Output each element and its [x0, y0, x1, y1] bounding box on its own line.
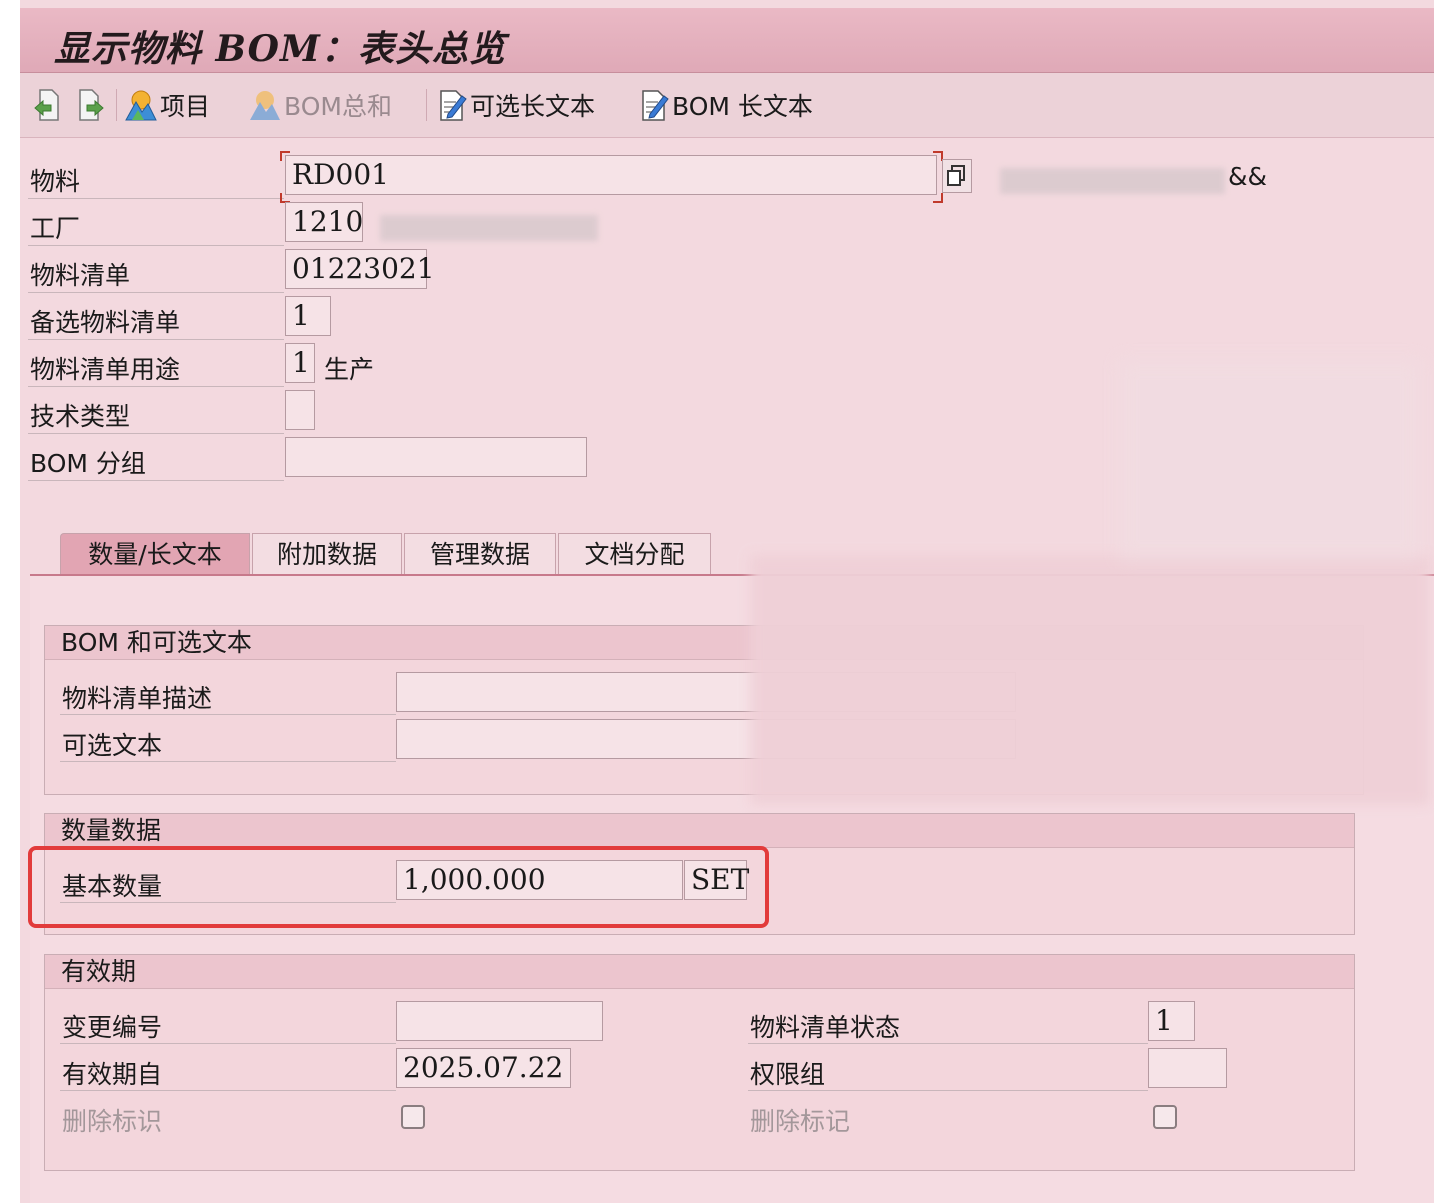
alt-bom-label: 备选物料清单: [30, 308, 181, 337]
edit-document-icon: [642, 90, 669, 121]
bom-usage-label: 物料清单用途: [30, 355, 181, 384]
bom-long-text-label: BOM 长文本: [672, 92, 813, 121]
material-description-suffix: &&: [1228, 162, 1267, 191]
deletion-flag-checkbox[interactable]: [401, 1105, 425, 1129]
bom-sum-icon: [250, 91, 280, 120]
bom-group-field[interactable]: [285, 437, 587, 477]
divider: [28, 433, 284, 434]
toolbar-separator: [116, 89, 117, 121]
focus-corner: [280, 151, 290, 161]
divider: [60, 1090, 396, 1091]
alt-long-text-label: 可选长文本: [470, 92, 596, 121]
redacted-material-description: [1000, 168, 1225, 194]
change-number-label: 变更编号: [62, 1013, 163, 1042]
bom-sum-label: BOM总和: [284, 92, 392, 121]
divider: [28, 292, 284, 293]
alt-long-text-button[interactable]: 可选长文本: [438, 85, 595, 125]
valid-from-field[interactable]: 2025.07.22: [396, 1048, 571, 1088]
bom-usage-field[interactable]: 1: [285, 343, 315, 383]
plant-field[interactable]: 1210: [285, 202, 363, 242]
redacted-area: [750, 555, 1430, 805]
divider: [60, 714, 396, 715]
bom-long-text-button[interactable]: BOM 长文本: [640, 85, 813, 125]
divider: [28, 480, 284, 481]
bom-sum-button[interactable]: BOM总和: [248, 85, 392, 125]
tab-admin-data[interactable]: 管理数据: [404, 533, 556, 574]
sap-screen: 显示物料 BOM：表头总览 项目 BOM总和 可选长文本 BOM 长文本 物料 …: [20, 0, 1434, 1203]
items-label: 项目: [160, 92, 211, 121]
divider: [60, 1043, 396, 1044]
copy-button[interactable]: [942, 159, 972, 193]
previous-page-button[interactable]: [32, 85, 64, 125]
next-page-icon: [79, 89, 104, 121]
bom-status-field[interactable]: 1: [1148, 1001, 1195, 1041]
material-field[interactable]: RD001: [285, 155, 937, 195]
items-icon: [125, 90, 157, 121]
page-title: 显示物料 BOM：表头总览: [54, 28, 506, 70]
tech-type-field[interactable]: [285, 390, 315, 430]
deletion-mark-checkbox[interactable]: [1153, 1105, 1177, 1129]
deletion-mark-label: 删除标记: [750, 1107, 851, 1136]
focus-corner: [933, 193, 943, 203]
bom-description-label: 物料清单描述: [62, 684, 213, 713]
divider: [748, 1043, 1148, 1044]
divider: [28, 198, 284, 199]
bom-label: 物料清单: [30, 261, 131, 290]
redacted-plant-description: [380, 215, 598, 241]
highlight-box: [28, 846, 769, 928]
next-page-button[interactable]: [76, 85, 108, 125]
group-title: 有效期: [45, 955, 1354, 989]
edit-document-icon: [440, 90, 467, 121]
alt-bom-field[interactable]: 1: [285, 296, 331, 336]
divider: [60, 761, 396, 762]
auth-group-label: 权限组: [750, 1060, 826, 1089]
bom-field[interactable]: 01223021: [285, 249, 435, 289]
divider: [28, 245, 284, 246]
divider: [28, 386, 284, 387]
copy-icon: [947, 165, 965, 186]
divider: [748, 1090, 1148, 1091]
divider: [28, 339, 284, 340]
tab-additional-data[interactable]: 附加数据: [252, 533, 402, 574]
material-label: 物料: [30, 167, 81, 196]
items-button[interactable]: 项目: [124, 85, 210, 125]
change-number-field[interactable]: [396, 1001, 603, 1041]
valid-from-label: 有效期自: [62, 1060, 163, 1089]
title-bar: 显示物料 BOM：表头总览: [20, 8, 1434, 73]
tab-quantity-long-text[interactable]: 数量/长文本: [60, 533, 250, 574]
bom-group-label: BOM 分组: [30, 449, 146, 478]
deletion-flag-label: 删除标识: [62, 1107, 163, 1136]
auth-group-field[interactable]: [1148, 1048, 1227, 1088]
tab-document-assignment[interactable]: 文档分配: [558, 533, 711, 574]
alt-text-label: 可选文本: [62, 731, 163, 760]
plant-label: 工厂: [30, 214, 81, 243]
tech-type-label: 技术类型: [30, 402, 131, 431]
bom-status-label: 物料清单状态: [750, 1013, 901, 1042]
toolbar-separator: [426, 89, 427, 121]
group-title: 数量数据: [45, 814, 1354, 848]
application-toolbar: 项目 BOM总和 可选长文本 BOM 长文本: [20, 73, 1434, 138]
redacted-area: [1120, 360, 1420, 560]
previous-page-icon: [34, 89, 59, 121]
bom-usage-text: 生产: [324, 355, 375, 384]
